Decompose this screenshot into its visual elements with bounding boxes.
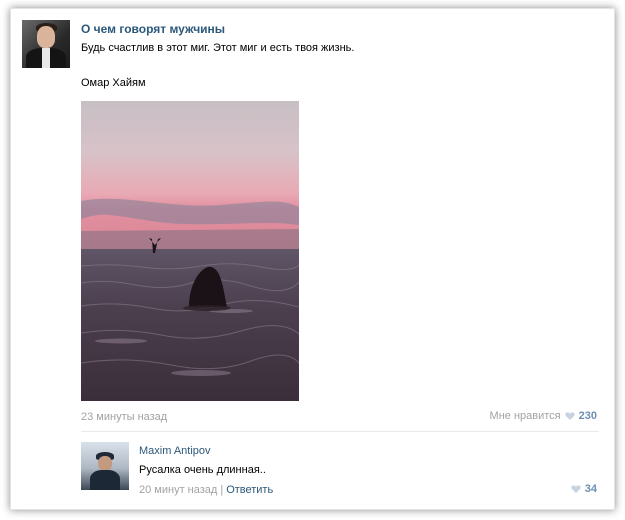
comment-text: Русалка очень длинная.. [139, 464, 266, 476]
post-timestamp[interactable]: 23 минуты назад [81, 411, 167, 423]
comment-meta: 20 минут назад | Ответить [139, 484, 273, 496]
reply-button[interactable]: Ответить [226, 484, 273, 496]
commenter-avatar[interactable] [81, 442, 129, 490]
heart-icon [564, 412, 575, 420]
avatar-body [90, 470, 120, 490]
post-text-author: Омар Хайям [81, 77, 146, 89]
post-like-button[interactable]: Мне нравится 230 [490, 410, 597, 422]
group-avatar[interactable] [22, 20, 70, 68]
avatar-face [37, 26, 55, 48]
post-card: О чем говорят мужчины Будь счастлив в эт… [10, 8, 615, 510]
post-text-quote: Будь счастлив в этот миг. Этот миг и ест… [81, 42, 355, 54]
sea-photo-image [81, 101, 299, 401]
post-photo[interactable] [81, 101, 299, 401]
post-like-count: 230 [578, 410, 597, 422]
like-label: Мне нравится [489, 410, 561, 422]
comment-like-button[interactable]: 34 [571, 483, 597, 495]
comment-separator: | [220, 484, 224, 496]
comment-author-link[interactable]: Maxim Antipov [139, 445, 211, 457]
comment-timestamp[interactable]: 20 минут назад [139, 484, 217, 496]
avatar-face [98, 456, 112, 471]
comment-like-count: 34 [584, 483, 597, 495]
avatar-shirt [42, 48, 50, 68]
heart-icon [571, 485, 581, 493]
group-name-link[interactable]: О чем говорят мужчины [81, 22, 225, 36]
comments-divider [81, 431, 599, 432]
